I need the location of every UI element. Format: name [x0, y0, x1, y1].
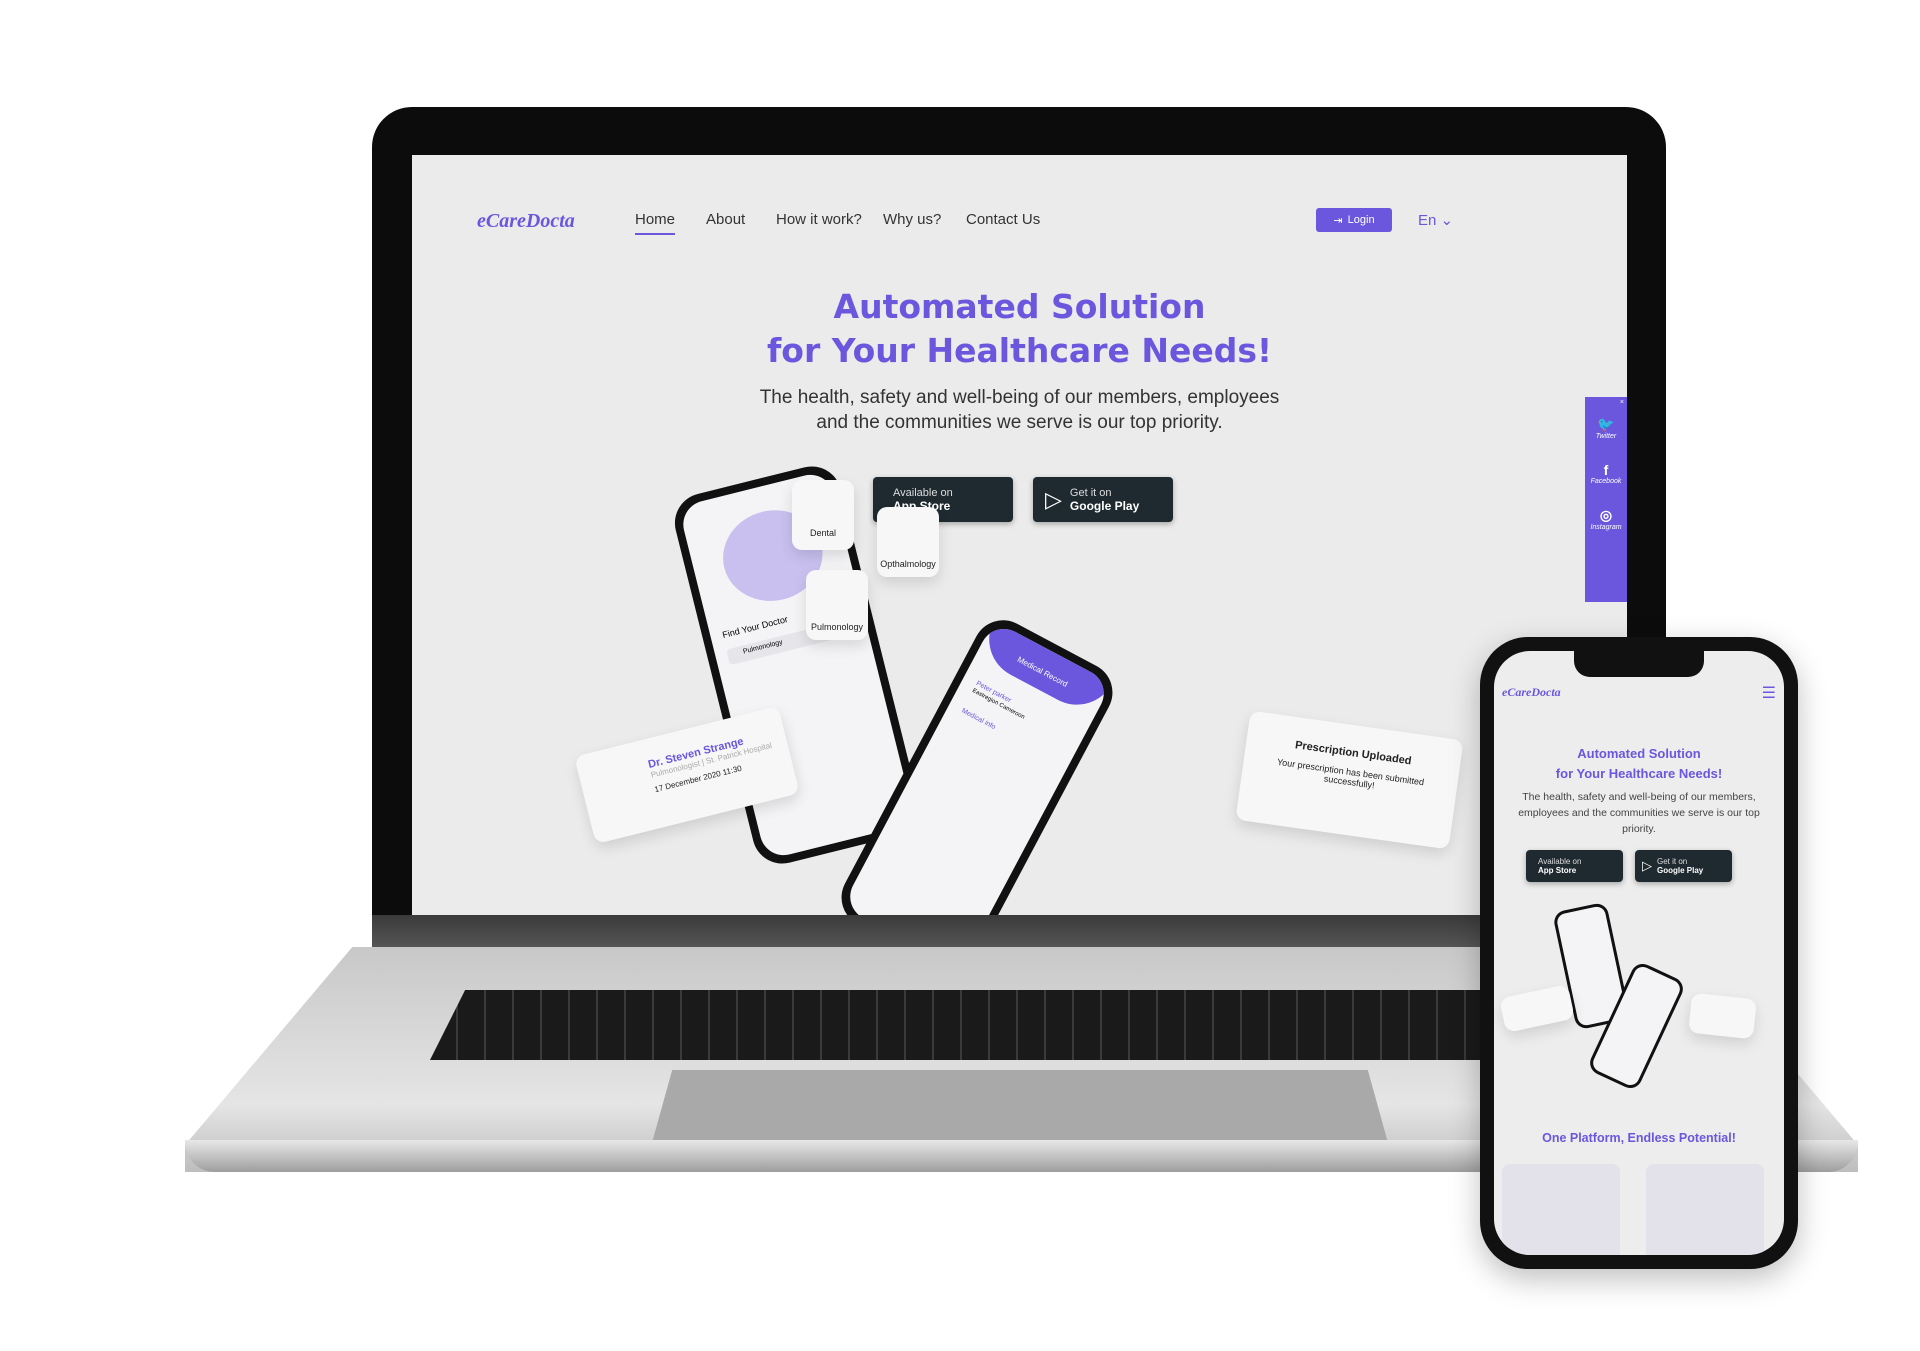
mobile-brand-logo[interactable]: eCareDocta	[1502, 685, 1561, 700]
feature-card-pharmacy	[1502, 1164, 1620, 1255]
trackpad	[650, 1070, 1390, 1150]
mobile-hero-title: Automated Solution for Your Healthcare Ne…	[1555, 746, 1723, 781]
brand-logo[interactable]: eCareDocta	[477, 210, 575, 233]
social-instagram[interactable]: ◎ Instagram	[1585, 507, 1627, 531]
chevron-down-icon: ⌄	[1440, 212, 1454, 229]
nav-contact[interactable]: Contact Us	[966, 211, 1040, 228]
hero-title-line2: for Your Healthcare Needs!	[766, 331, 1273, 370]
login-button[interactable]: ⇥ Login	[1316, 208, 1392, 232]
facebook-icon: f	[1603, 462, 1609, 478]
twitter-icon: 🐦	[1597, 416, 1615, 432]
mobile-section-title: One Platform, Endless Potential!	[1542, 1131, 1736, 1145]
play-icon: ▷	[1045, 486, 1062, 512]
hero-subtitle-line1: The health, safety and well-being of our…	[759, 387, 1280, 408]
feature-card-telemedicine	[1646, 1164, 1764, 1255]
language-select[interactable]: En ⌄	[1418, 211, 1453, 229]
laptop-screen: eCareDocta Home About How it work? Why u…	[412, 155, 1627, 915]
nav-about[interactable]: About	[706, 211, 745, 228]
close-icon[interactable]: ×	[1585, 399, 1627, 406]
prescription-card: Prescription Uploaded Your prescription …	[1235, 710, 1464, 850]
nav-why-us[interactable]: Why us?	[883, 211, 941, 228]
category-pulmonology: Pulmonology	[806, 570, 868, 640]
mobile-google-play-button[interactable]: ▷ Get it on Google Play	[1635, 850, 1732, 882]
mobile-phone: eCareDocta ☰ Automated Solution for Your …	[1480, 637, 1798, 1269]
hero-subtitle-line2: and the communities we serve is our top …	[816, 412, 1223, 433]
keyboard	[430, 990, 1600, 1060]
mobile-screen: eCareDocta ☰ Automated Solution for Your …	[1494, 651, 1784, 1255]
social-sidebar: × 🐦 Twitter f Facebook ◎ Instagram	[1585, 397, 1627, 602]
laptop-hinge	[372, 915, 1666, 947]
mobile-doctor-card	[1499, 984, 1575, 1033]
hamburger-menu-icon[interactable]: ☰	[1762, 683, 1776, 703]
mobile-app-store-button[interactable]: Available on App Store	[1526, 850, 1623, 882]
social-twitter[interactable]: 🐦 Twitter	[1585, 416, 1627, 440]
nav-home[interactable]: Home	[635, 211, 676, 235]
category-dental: Dental	[792, 480, 854, 550]
login-icon: ⇥	[1333, 214, 1343, 227]
category-opthalmology: Opthalmology	[877, 507, 939, 577]
mobile-hero-subtitle: The health, safety and well-being of our…	[1518, 791, 1760, 835]
nav-how-it-works[interactable]: How it work?	[776, 211, 862, 228]
mobile-prescription-card	[1688, 992, 1757, 1040]
phone-notch	[1574, 651, 1704, 677]
google-play-button[interactable]: ▷ Get it on Google Play	[1033, 477, 1173, 522]
social-facebook[interactable]: f Facebook	[1585, 462, 1627, 485]
hero-title-line1: Automated Solution	[833, 287, 1206, 326]
play-icon: ▷	[1642, 858, 1652, 873]
instagram-icon: ◎	[1599, 507, 1613, 523]
